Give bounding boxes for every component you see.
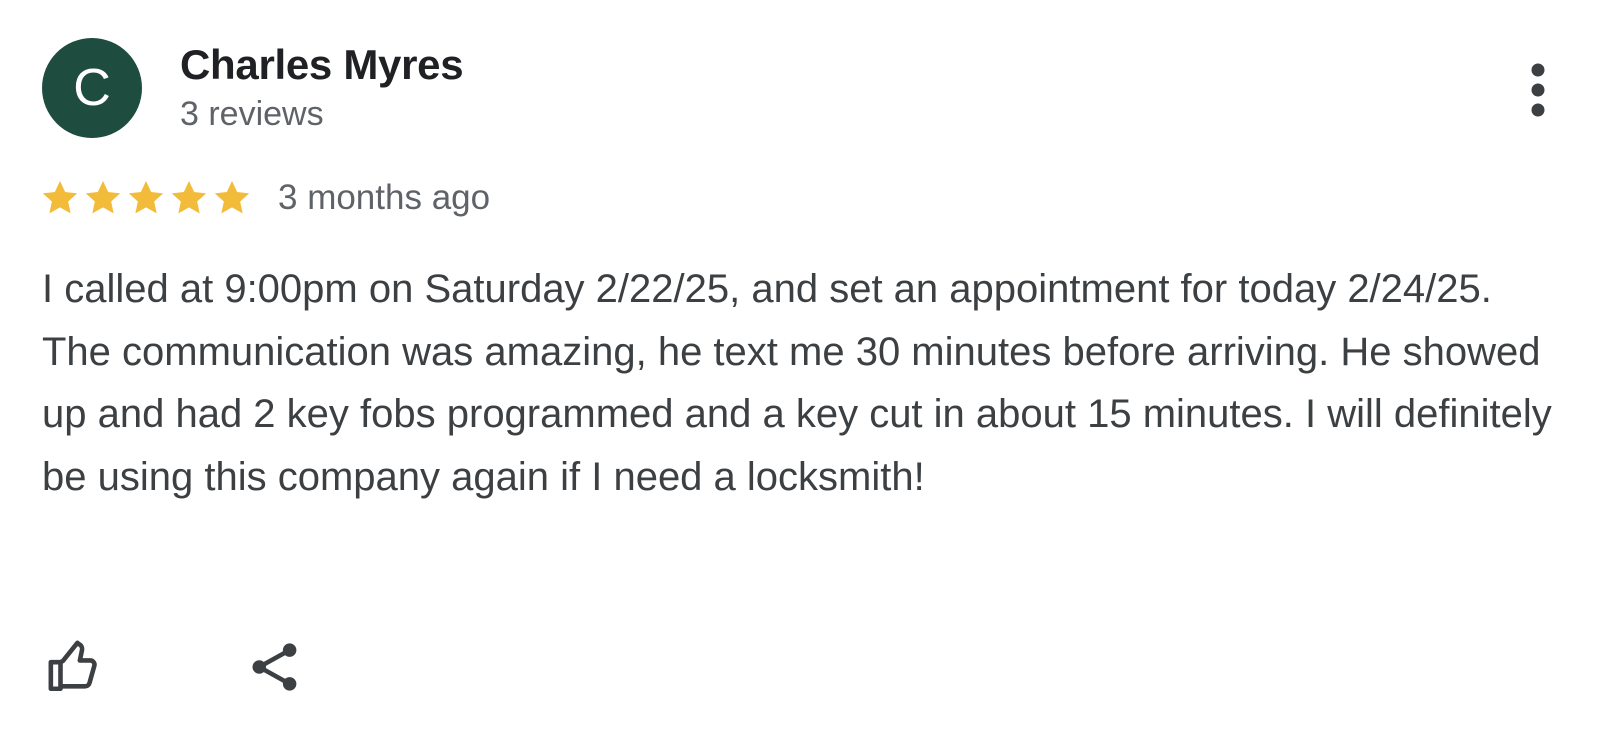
- review-header: C Charles Myres 3 reviews: [42, 38, 464, 138]
- share-icon: [252, 643, 297, 691]
- author-name[interactable]: Charles Myres: [180, 40, 464, 90]
- review-date: 3 months ago: [278, 178, 491, 217]
- rating-row: 3 months ago: [40, 176, 490, 220]
- like-button[interactable]: [46, 636, 104, 698]
- star-icon: [214, 181, 250, 214]
- review-card: C Charles Myres 3 reviews 3 months ago I…: [0, 0, 1608, 746]
- star-icon: [171, 181, 207, 214]
- review-text: I called at 9:00pm on Saturday 2/22/25, …: [42, 267, 1552, 499]
- share-button[interactable]: [246, 636, 304, 698]
- author-info: Charles Myres 3 reviews: [180, 40, 464, 136]
- review-actions: [46, 636, 304, 698]
- star-rating: [40, 178, 255, 218]
- more-vert-icon: [1531, 63, 1545, 117]
- review-count[interactable]: 3 reviews: [180, 92, 463, 136]
- more-options-button[interactable]: [1520, 58, 1556, 122]
- star-icon: [85, 181, 121, 214]
- avatar[interactable]: C: [42, 38, 142, 138]
- star-icon: [42, 181, 78, 214]
- avatar-initial: C: [73, 59, 111, 117]
- star-icon: [128, 181, 164, 214]
- thumbs-up-icon: [48, 640, 97, 692]
